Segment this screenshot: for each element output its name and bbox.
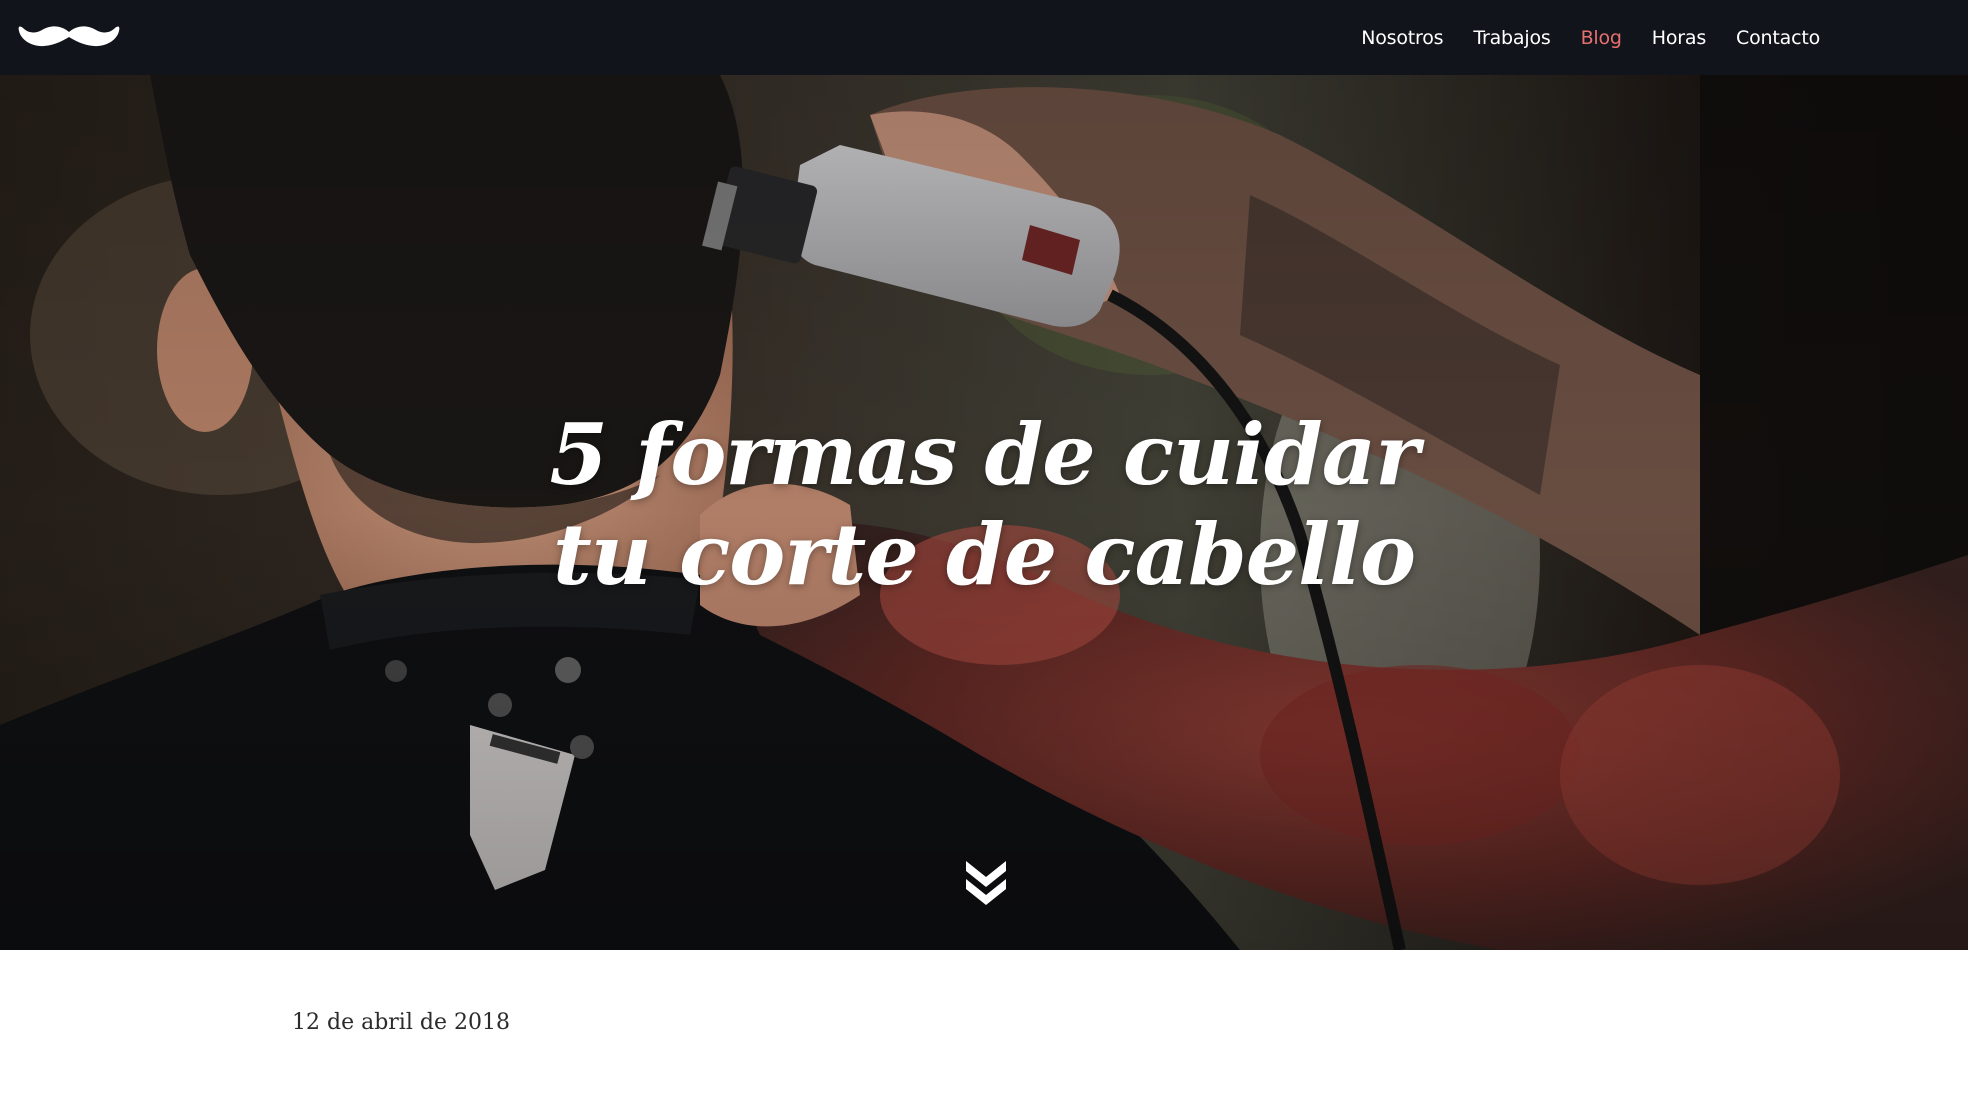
hero-section: 5 formas de cuidar tu corte de cabello xyxy=(0,75,1968,950)
hero-title-line-1: 5 formas de cuidar xyxy=(549,405,1420,504)
main-nav: Nosotros Trabajos Blog Horas Contacto xyxy=(1331,0,1820,75)
site-header: Nosotros Trabajos Blog Horas Contacto xyxy=(0,0,1968,75)
nav-contacto[interactable]: Contacto xyxy=(1736,27,1820,49)
post-date: 12 de abril de 2018 xyxy=(292,1010,510,1035)
mustache-icon[interactable] xyxy=(18,20,120,52)
double-chevron-down-icon[interactable] xyxy=(962,857,1010,909)
hero-title-line-2: tu corte de cabello xyxy=(552,505,1416,604)
nav-blog[interactable]: Blog xyxy=(1581,27,1622,49)
nav-nosotros[interactable]: Nosotros xyxy=(1361,27,1443,49)
nav-horas[interactable]: Horas xyxy=(1652,27,1706,49)
hero-title: 5 formas de cuidar tu corte de cabello xyxy=(0,405,1968,605)
nav-trabajos[interactable]: Trabajos xyxy=(1473,27,1550,49)
